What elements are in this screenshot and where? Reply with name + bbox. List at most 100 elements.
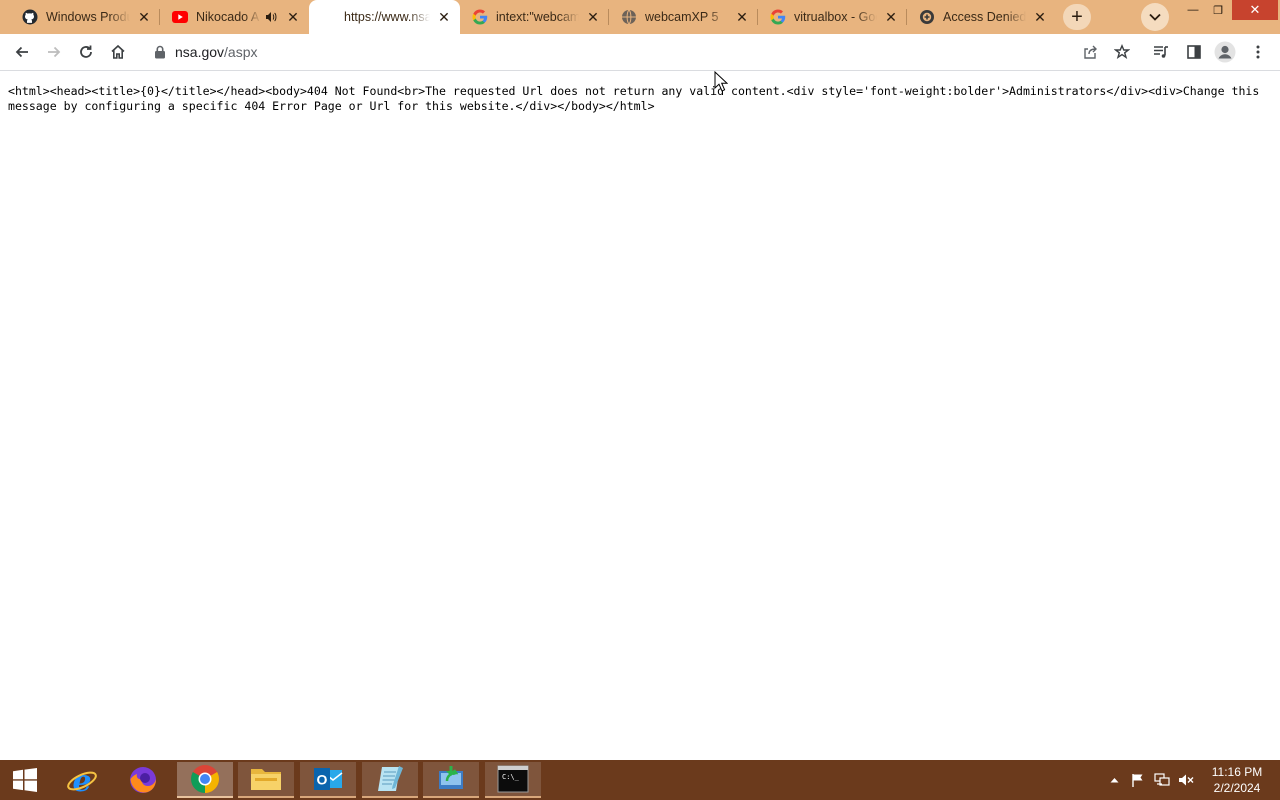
bookmark-button[interactable] <box>1108 38 1136 66</box>
tab-webcamxp[interactable]: webcamXP 5 ✕ <box>609 0 758 34</box>
action-center-flag[interactable] <box>1128 760 1148 800</box>
taskbar-outlook[interactable]: O <box>300 762 356 798</box>
close-icon: ✕ <box>1249 2 1261 17</box>
close-icon[interactable]: ✕ <box>1032 9 1048 25</box>
close-icon[interactable]: ✕ <box>883 9 899 25</box>
svg-text:e: e <box>72 764 91 796</box>
close-icon[interactable]: ✕ <box>585 9 601 25</box>
clock-time: 11:16 PM <box>1211 765 1263 779</box>
side-panel-icon <box>1187 45 1201 59</box>
internet-explorer-icon: e <box>67 764 97 796</box>
mouse-pointer-icon <box>714 71 728 92</box>
url-host: nsa.gov <box>175 44 225 60</box>
tab-windows-product[interactable]: Windows Produ ✕ <box>10 0 160 34</box>
profile-button[interactable] <box>1211 38 1239 66</box>
google-icon <box>472 9 488 25</box>
close-icon[interactable]: ✕ <box>436 9 452 25</box>
close-icon[interactable]: ✕ <box>285 9 301 25</box>
tab-strip: Windows Produ ✕ Nikocado A ✕ https://www… <box>0 0 1280 34</box>
home-button[interactable] <box>104 38 132 66</box>
side-panel-button[interactable] <box>1180 38 1208 66</box>
back-button[interactable] <box>8 38 36 66</box>
new-tab-button[interactable]: + <box>1063 4 1091 30</box>
reload-icon <box>80 45 92 58</box>
restore-button[interactable]: ❐ <box>1205 0 1231 20</box>
speaker-muted-icon <box>1179 774 1194 786</box>
url-text[interactable]: nsa.gov/aspx <box>175 44 258 60</box>
outlook-icon: O <box>314 768 343 790</box>
taskbar-internet-explorer[interactable]: e <box>54 762 110 798</box>
speaker-icon[interactable] <box>265 11 279 23</box>
tab-title: https://www.nsa <box>344 10 430 24</box>
browser-toolbar: nsa.gov/aspx <box>0 34 1280 71</box>
sync-app-icon <box>439 766 463 789</box>
tab-search-button[interactable] <box>1141 3 1169 31</box>
taskbar-sync-app[interactable] <box>423 762 479 798</box>
share-button[interactable] <box>1076 38 1104 66</box>
media-queue-button[interactable] <box>1147 38 1175 66</box>
globe-icon <box>621 9 637 25</box>
address-bar[interactable]: nsa.gov/aspx <box>142 37 1140 67</box>
github-icon <box>22 9 38 25</box>
kebab-menu-icon <box>1256 45 1260 59</box>
url-path: /aspx <box>224 44 258 60</box>
file-explorer-icon <box>251 769 281 790</box>
chevron-up-icon <box>1110 778 1118 783</box>
tab-title: webcamXP 5 <box>645 10 719 24</box>
windows-taskbar: e O C:\_ 11:16 PM 2/2/2024 <box>0 760 1280 800</box>
taskbar-file-explorer[interactable] <box>238 762 294 798</box>
firefox-icon <box>130 767 156 793</box>
chrome-icon <box>191 765 219 793</box>
restore-icon: ❐ <box>1213 4 1223 17</box>
show-hidden-icons-button[interactable] <box>1106 760 1122 800</box>
flag-icon <box>1132 774 1143 787</box>
minimize-button[interactable]: — <box>1180 0 1206 20</box>
volume-control[interactable] <box>1176 760 1196 800</box>
start-button[interactable] <box>0 760 50 800</box>
forward-button[interactable] <box>40 38 68 66</box>
svg-text:C:\_: C:\_ <box>502 773 520 781</box>
tab-title: vitrualbox - Goo <box>794 10 877 24</box>
notepad-icon <box>378 766 403 791</box>
tab-access-denied[interactable]: Access Denied ✕ <box>907 0 1056 34</box>
tab-title: Access Denied <box>943 10 1026 24</box>
menu-button[interactable] <box>1244 38 1272 66</box>
tab-title: intext:"webcam <box>496 10 579 24</box>
raw-html-response: <html><head><title>{0}</title></head><bo… <box>8 84 1267 113</box>
tab-vitrualbox[interactable]: vitrualbox - Goo ✕ <box>758 0 907 34</box>
command-prompt-icon: C:\_ <box>497 765 529 793</box>
tab-nsa-active[interactable]: https://www.nsa ✕ <box>309 0 460 34</box>
arrow-left-icon <box>15 46 28 58</box>
taskbar-chrome[interactable] <box>177 762 233 798</box>
taskbar-notepad[interactable] <box>362 762 418 798</box>
star-icon <box>1114 44 1130 59</box>
windows-logo-icon <box>13 768 37 792</box>
tab-nikocado[interactable]: Nikocado A ✕ <box>160 0 309 34</box>
avatar-icon <box>1214 41 1236 63</box>
clock-date: 2/2/2024 <box>1213 781 1261 795</box>
shield-icon <box>919 9 935 25</box>
system-clock[interactable]: 11:16 PM 2/2/2024 <box>1206 764 1268 796</box>
tab-title: Windows Produ <box>46 10 130 24</box>
minimize-icon: — <box>1187 4 1199 16</box>
svg-text:O: O <box>317 772 328 788</box>
taskbar-command-prompt[interactable]: C:\_ <box>485 762 541 798</box>
network-icon <box>1154 773 1170 786</box>
playlist-icon <box>1154 46 1168 58</box>
page-viewport: <html><head><title>{0}</title></head><bo… <box>0 71 1280 760</box>
close-icon[interactable]: ✕ <box>734 9 750 25</box>
reload-button[interactable] <box>72 38 100 66</box>
taskbar-firefox[interactable] <box>115 762 171 798</box>
home-icon <box>111 44 125 59</box>
tab-intext-webcam[interactable]: intext:"webcam ✕ <box>460 0 609 34</box>
chevron-down-icon <box>1149 8 1161 26</box>
plus-icon: + <box>1071 5 1083 28</box>
google-icon <box>770 9 786 25</box>
lock-icon[interactable] <box>152 44 168 60</box>
network-status[interactable] <box>1152 760 1172 800</box>
close-window-button[interactable]: ✕ <box>1232 0 1278 20</box>
youtube-icon <box>172 9 188 25</box>
share-icon <box>1084 45 1097 59</box>
arrow-right-icon <box>48 46 61 58</box>
close-icon[interactable]: ✕ <box>136 9 152 25</box>
